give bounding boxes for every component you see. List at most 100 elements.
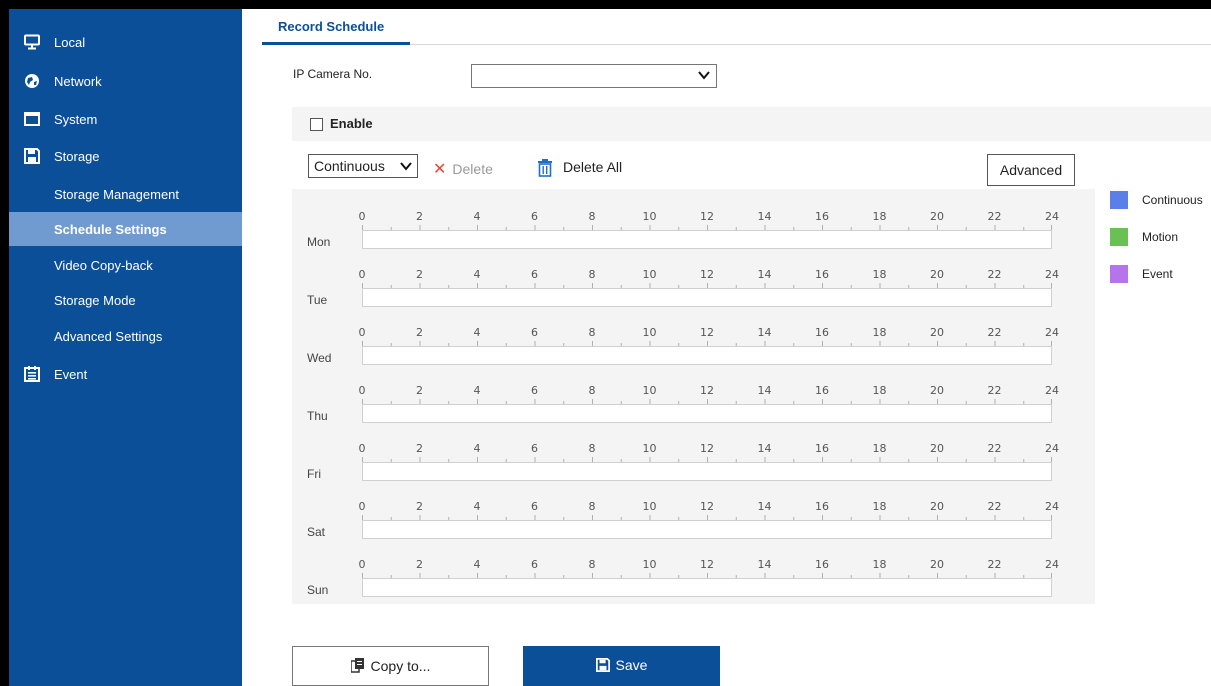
hour-label: 6 [531,384,538,397]
hour-label: 12 [700,442,714,455]
sidebar-item-network[interactable]: Network [9,64,242,98]
hour-label: 20 [930,442,944,455]
hour-label: 14 [757,210,772,223]
hour-label: 16 [815,500,829,513]
schedule-row: Sat 0 2 4 6 8 10 12 14 16 18 20 22 24 [292,487,1095,545]
hour-ruler [362,341,1052,346]
close-icon: ✕ [433,161,447,178]
sidebar-item-label: Event [54,366,88,382]
day-label: Sun [307,583,329,597]
day-timeline-bar[interactable] [362,462,1052,481]
hour-label: 10 [642,442,657,455]
hour-label: 16 [815,268,829,281]
hour-ruler [362,515,1052,520]
hour-label: 12 [700,384,714,397]
sidebar-item-video-copy-back[interactable]: Video Copy-back [9,248,242,282]
hour-ruler [362,283,1052,288]
sidebar-item-label: Network [54,73,102,89]
sidebar-item-event[interactable]: Event [9,357,242,391]
sidebar-item-local[interactable]: Local [9,25,242,59]
hour-label: 12 [700,326,714,339]
day-timeline-bar[interactable] [362,520,1052,539]
day-timeline-bar[interactable] [362,578,1052,597]
hour-label: 22 [987,442,1002,455]
legend-item: Motion [1110,228,1211,248]
hour-label: 24 [1045,500,1059,513]
save-button[interactable]: Save [523,646,720,686]
hour-label: 18 [872,384,887,397]
hour-label: 8 [588,268,596,281]
hour-label: 2 [416,384,423,397]
sidebar-item-storage-mode[interactable]: Storage Mode [9,283,242,317]
sidebar-item-label: Storage Mode [54,292,136,308]
hour-label: 12 [700,268,714,281]
legend-label: Motion [1142,230,1179,244]
day-timeline-bar[interactable] [362,230,1052,249]
globe-icon [25,74,39,88]
hour-label: 0 [358,500,366,513]
hour-label: 24 [1045,326,1059,339]
day-timeline-bar[interactable] [362,288,1052,307]
weekly-schedule: Mon 0 2 4 6 8 10 12 14 16 18 20 22 24 Tue 0 2 4 6 8 10 12 14 16… [292,189,1095,604]
hour-label: 2 [416,558,423,571]
hour-label: 12 [700,558,714,571]
copy-to-button[interactable]: Copy to... [292,646,489,686]
day-label: Wed [307,351,332,365]
hour-label: 16 [815,442,829,455]
sidebar-item-label: Storage [54,148,100,164]
main-panel: Record Schedule IP Camera No. Enable Con… [242,9,1211,686]
sidebar-item-storage[interactable]: Storage [9,139,242,173]
schedule-row: Wed 0 2 4 6 8 10 12 14 16 18 20 22 24 [292,313,1095,371]
ip-camera-select[interactable] [471,64,717,88]
delete-all-label: Delete All [563,159,623,175]
hour-label: 14 [757,500,772,513]
calendar-icon [24,366,40,382]
hour-label: 8 [588,210,596,223]
hour-label: 6 [531,326,538,339]
copy-to-label: Copy to... [370,658,431,674]
day-timeline-bar[interactable] [362,346,1052,365]
sidebar-item-advanced-settings[interactable]: Advanced Settings [9,319,242,353]
hour-label: 4 [473,500,481,513]
hour-label: 14 [757,442,772,455]
sidebar-item-label: Storage Management [54,186,180,202]
delete-all-button[interactable]: Delete All [537,159,623,177]
hour-label: 14 [757,326,772,339]
hour-label: 24 [1045,384,1059,397]
hour-label: 2 [416,500,423,513]
hour-label: 12 [700,500,714,513]
monitor-icon [24,34,40,50]
day-timeline-bar[interactable] [362,404,1052,423]
hour-label: 6 [531,210,538,223]
sidebar-item-label: System [54,111,98,127]
hour-label: 22 [987,500,1002,513]
legend-item: Continuous [1110,191,1211,211]
record-type-value: Continuous [314,158,385,174]
save-label: Save [615,657,648,673]
hour-label: 2 [416,268,423,281]
schedule-row: Sun 0 2 4 6 8 10 12 14 16 18 20 22 24 [292,545,1095,603]
day-label: Tue [307,293,328,307]
hour-label: 24 [1045,268,1059,281]
delete-button[interactable]: ✕ Delete [433,159,493,179]
enable-checkbox[interactable] [310,118,323,131]
sidebar-item-schedule-settings[interactable]: Schedule Settings [9,212,242,246]
hour-label: 12 [700,210,714,223]
hour-label: 14 [757,268,772,281]
hour-label: 0 [358,210,366,223]
floppy-icon [595,658,610,672]
record-type-select[interactable]: Continuous [308,154,418,178]
hour-label: 18 [872,210,887,223]
legend-item: Event [1110,265,1211,285]
legend-label: Continuous [1142,193,1203,207]
hour-label: 16 [815,326,829,339]
hour-label: 14 [757,558,772,571]
hour-label: 0 [358,268,366,281]
sidebar-item-label: Local [54,34,86,50]
hour-label: 4 [473,384,481,397]
hour-label: 0 [358,558,366,571]
sidebar-item-storage-management[interactable]: Storage Management [9,177,242,211]
sidebar-item-system[interactable]: System [9,102,242,136]
tab-record-schedule[interactable]: Record Schedule [278,9,384,45]
advanced-button[interactable]: Advanced [987,154,1075,186]
